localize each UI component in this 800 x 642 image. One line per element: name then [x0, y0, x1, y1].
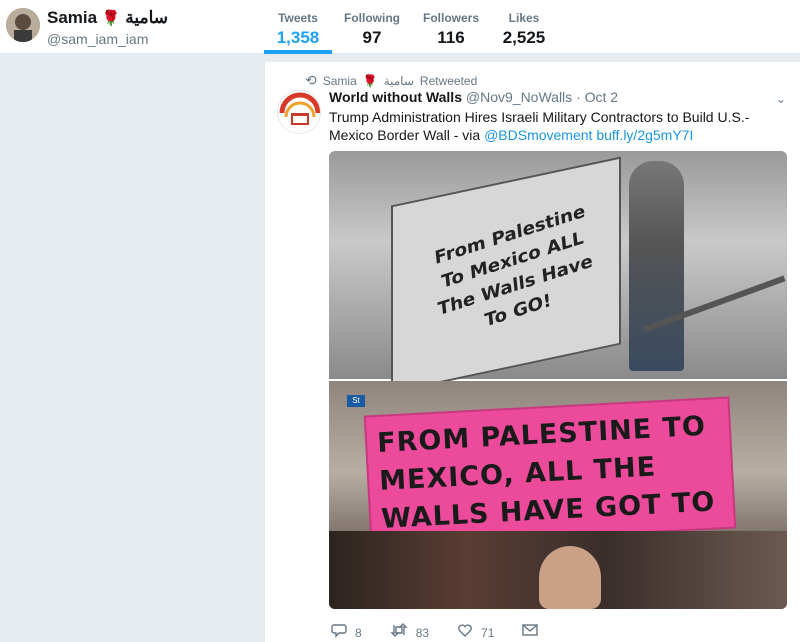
stat-following-label: Following: [344, 11, 400, 25]
tweet-media[interactable]: From Palestine To Mexico ALL The Walls H…: [329, 151, 787, 609]
retweet-user-arabic[interactable]: سامية: [384, 74, 414, 88]
stat-followers-value: 116: [437, 28, 465, 47]
stat-following-value: 97: [362, 28, 382, 47]
tweet-header: World without Walls @Nov9_NoWalls · Oct …: [329, 89, 618, 105]
profile-name[interactable]: Samia 🌹 سامية: [47, 8, 168, 28]
protest-sign-1-text: From Palestine To Mexico ALL The Walls H…: [433, 200, 594, 332]
caret-down-icon[interactable]: ⌄: [776, 92, 786, 106]
reply-count: 8: [355, 625, 362, 640]
stat-tweets-value: 1,358: [276, 28, 320, 47]
author-name[interactable]: World without Walls: [329, 89, 462, 105]
person-figure: [629, 161, 684, 371]
stat-likes-label: Likes: [508, 11, 540, 25]
author-avatar[interactable]: [277, 90, 321, 134]
retweet-label: Retweeted: [419, 73, 478, 88]
stat-tweets-label: Tweets: [278, 11, 318, 25]
like-count: 71: [481, 625, 495, 640]
retweet-context: ⟲ Samia 🌹 سامية Retweeted: [305, 72, 477, 89]
retweet-user[interactable]: Samia: [323, 74, 357, 88]
message-icon: [522, 623, 539, 642]
protest-sign-2: FROM PALESTINE TO MEXICO, ALL THE WALLS …: [363, 396, 737, 573]
like-button[interactable]: 71: [457, 622, 494, 642]
profile-name-text: Samia: [47, 8, 98, 27]
message-button[interactable]: [522, 623, 539, 642]
retweet-button[interactable]: 83: [389, 622, 430, 642]
tweet-mention-link[interactable]: @BDSmovement: [484, 127, 592, 143]
tweet-actions: 8 83 71: [331, 622, 566, 642]
stat-followers[interactable]: Followers 116: [420, 11, 482, 48]
rose-icon: 🌹: [101, 10, 121, 27]
author-handle[interactable]: @Nov9_NoWalls: [466, 89, 572, 105]
profile-handle[interactable]: @sam_iam_iam: [47, 31, 148, 47]
stat-followers-label: Followers: [422, 11, 479, 25]
reply-button[interactable]: 8: [331, 622, 362, 642]
street-sign: St: [347, 395, 365, 407]
like-icon: [457, 622, 473, 642]
tweet-photo-2[interactable]: St FROM PALESTINE TO MEXICO, ALL THE WAL…: [329, 381, 787, 609]
stat-likes-value: 2,525: [502, 28, 546, 47]
tweet-card[interactable]: ⟲ Samia 🌹 سامية Retweeted World without …: [264, 62, 800, 642]
profile-avatar[interactable]: [6, 8, 40, 42]
rose-icon: 🌹: [362, 73, 378, 88]
protest-sign-1: From Palestine To Mexico ALL The Walls H…: [391, 156, 621, 394]
protester-face: [539, 546, 601, 609]
retweet-icon: ⟲: [305, 72, 317, 88]
profile-header-bar: Samia 🌹 سامية @sam_iam_iam Tweets 1,358 …: [0, 0, 800, 54]
profile-name-arabic: سامية: [125, 8, 169, 27]
stat-likes[interactable]: Likes 2,525: [500, 11, 548, 48]
tweet-text: Trump Administration Hires Israeli Milit…: [329, 108, 759, 144]
retweet-count: 83: [415, 625, 430, 640]
retweet-icon: [389, 622, 408, 642]
active-tab-indicator: [264, 50, 332, 54]
tweet-date[interactable]: · Oct 2: [576, 89, 618, 105]
stat-tweets[interactable]: Tweets 1,358: [274, 11, 322, 48]
tweet-photo-1[interactable]: From Palestine To Mexico ALL The Walls H…: [329, 151, 787, 394]
stat-following[interactable]: Following 97: [340, 11, 404, 48]
reply-icon: [331, 622, 347, 642]
tweet-url-link[interactable]: buff.ly/2g5mY7I: [596, 127, 693, 143]
